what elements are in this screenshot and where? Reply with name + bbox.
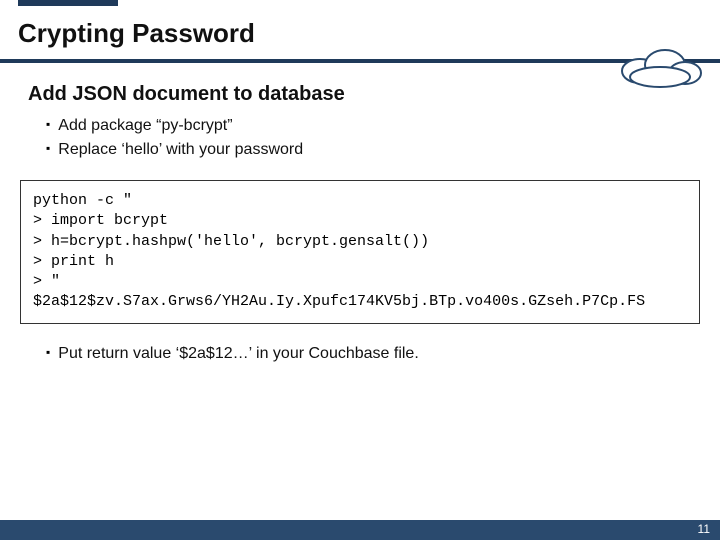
title-underline — [0, 57, 720, 65]
code-line: > " — [33, 273, 60, 290]
bullet-item: Replace ‘hello’ with your password — [46, 138, 692, 162]
bullet-item: Add package “py-bcrypt” — [46, 114, 692, 138]
code-line: python -c " — [33, 192, 132, 209]
bullet-list: Add package “py-bcrypt” Replace ‘hello’ … — [0, 114, 720, 162]
cloud-icon — [610, 39, 710, 89]
footer-bar: 11 — [0, 520, 720, 540]
bullet-item: Put return value ‘$2a$12…’ in your Couch… — [46, 342, 692, 366]
post-bullet-list: Put return value ‘$2a$12…’ in your Couch… — [0, 334, 720, 366]
code-line: > print h — [33, 253, 114, 270]
page-number: 11 — [698, 522, 710, 536]
slide-title: Crypting Password — [18, 18, 702, 49]
code-line: > import bcrypt — [33, 212, 168, 229]
code-line: $2a$12$zv.S7ax.Grws6/YH2Au.Iy.Xpufc174KV… — [33, 293, 645, 310]
code-block: python -c " > import bcrypt > h=bcrypt.h… — [20, 180, 700, 324]
code-line: > h=bcrypt.hashpw('hello', bcrypt.gensal… — [33, 233, 429, 250]
